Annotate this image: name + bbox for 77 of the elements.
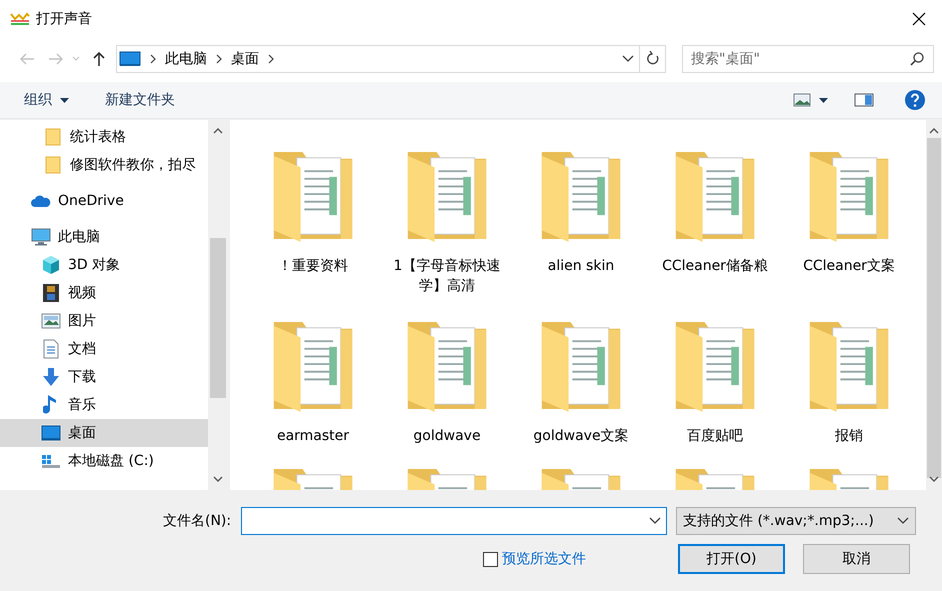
arrow-left-icon bbox=[19, 52, 35, 66]
window-title: 打开声音 bbox=[36, 10, 93, 28]
nav-item[interactable]: 下载 bbox=[0, 363, 208, 391]
nav-item[interactable]: 3D 对象 bbox=[0, 251, 208, 279]
chevron-up-icon bbox=[213, 128, 223, 134]
nav-item[interactable]: 本地磁盘 (C:) bbox=[0, 447, 208, 475]
nav-item[interactable]: OneDrive bbox=[0, 187, 208, 215]
scrollbar[interactable] bbox=[208, 120, 228, 490]
file-name[interactable]: CCleaner储备粮 bbox=[653, 256, 777, 276]
picture-icon bbox=[793, 93, 811, 107]
caret-down-icon bbox=[819, 98, 828, 102]
nav-item[interactable]: 修图软件教你，拍尽 bbox=[0, 151, 208, 179]
file-name[interactable]: CCleaner文案 bbox=[787, 256, 911, 276]
arrow-up-icon bbox=[92, 51, 106, 67]
nav-item[interactable]: 文档 bbox=[0, 335, 208, 363]
refresh-icon bbox=[646, 51, 660, 67]
file-name[interactable]: earmaster bbox=[251, 426, 375, 446]
caret-down-icon bbox=[72, 56, 80, 62]
nav-item[interactable]: 音乐 bbox=[0, 391, 208, 419]
file-name[interactable]: 1【字母音标快速学】高清 bbox=[385, 256, 509, 296]
refresh-button[interactable] bbox=[640, 45, 666, 73]
caret-down-icon bbox=[649, 517, 661, 525]
caret-down-icon bbox=[60, 98, 69, 102]
cube-icon bbox=[41, 255, 61, 275]
file-name[interactable]: goldwave bbox=[385, 426, 509, 446]
nav-item[interactable]: 图片 bbox=[0, 307, 208, 335]
caret-down-icon bbox=[897, 517, 909, 525]
chevron-up-icon bbox=[929, 128, 939, 134]
filename-label: 文件名(N): bbox=[163, 512, 232, 530]
chevron-right-icon bbox=[267, 54, 275, 64]
breadcrumb-item[interactable]: 桌面 bbox=[223, 46, 267, 72]
open-button[interactable]: 打开(O) bbox=[678, 544, 785, 574]
drive-icon bbox=[41, 453, 61, 469]
scrollbar-thumb[interactable] bbox=[927, 138, 941, 478]
preview-label[interactable]: 预览所选文件 bbox=[502, 550, 586, 568]
preview-checkbox[interactable] bbox=[483, 552, 498, 566]
cancel-button[interactable]: 取消 bbox=[803, 544, 910, 574]
chevron-right-icon bbox=[215, 54, 223, 64]
folder-icon bbox=[45, 128, 61, 146]
chevron-right-icon bbox=[149, 54, 157, 64]
scrollbar[interactable] bbox=[926, 120, 942, 490]
caret-down-icon bbox=[622, 55, 634, 63]
file-name[interactable]: goldwave文案 bbox=[519, 426, 643, 446]
download-arrow-icon bbox=[41, 367, 61, 387]
search-icon bbox=[910, 52, 924, 66]
search-field[interactable]: 搜索"桌面" bbox=[682, 45, 934, 73]
chevron-down-icon bbox=[929, 476, 939, 482]
computer-icon bbox=[119, 50, 141, 68]
music-note-icon bbox=[43, 394, 59, 416]
file-name[interactable]: 报销 bbox=[787, 426, 911, 446]
scrollbar-thumb[interactable] bbox=[210, 238, 226, 398]
file-name[interactable]: ！重要资料 bbox=[251, 256, 375, 276]
address-bar[interactable]: 此电脑 桌面 bbox=[116, 45, 640, 73]
help-icon bbox=[904, 89, 926, 111]
film-icon bbox=[42, 283, 60, 303]
breadcrumb-item[interactable]: 此电脑 bbox=[157, 46, 215, 72]
chevron-down-icon bbox=[213, 476, 223, 482]
computer-icon bbox=[31, 228, 51, 246]
document-icon bbox=[43, 339, 59, 359]
arrow-right-icon bbox=[48, 52, 64, 66]
nav-item[interactable]: 此电脑 bbox=[0, 223, 208, 251]
desktop-icon bbox=[41, 425, 61, 441]
pane-icon bbox=[854, 93, 874, 107]
app-logo-icon bbox=[10, 12, 30, 26]
new-folder-button[interactable]: 新建文件夹 bbox=[95, 85, 185, 115]
close-icon bbox=[912, 12, 926, 26]
nav-item[interactable]: 视频 bbox=[0, 279, 208, 307]
organize-menu-button[interactable]: 组织 bbox=[14, 85, 79, 115]
filename-field[interactable] bbox=[241, 507, 667, 535]
file-type-dropdown[interactable]: 支持的文件 (*.wav;*.mp3;...) bbox=[676, 507, 916, 535]
picture-icon bbox=[41, 313, 61, 329]
nav-item[interactable]: 桌面 bbox=[0, 419, 208, 447]
nav-item[interactable]: 统计表格 bbox=[0, 123, 208, 151]
file-name[interactable]: 百度贴吧 bbox=[653, 426, 777, 446]
cloud-icon bbox=[31, 194, 51, 208]
file-name[interactable]: alien skin bbox=[519, 256, 643, 276]
folder-icon bbox=[45, 156, 61, 174]
